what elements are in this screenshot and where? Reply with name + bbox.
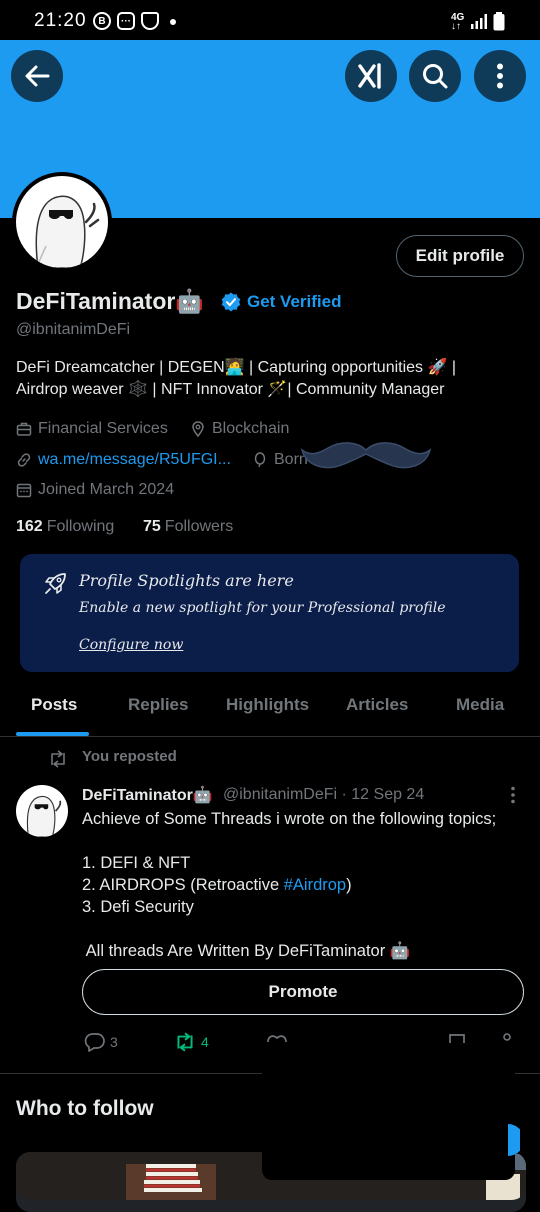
- heart-icon: [267, 1035, 287, 1043]
- post-body: Achieve of Some Threads i wrote on the f…: [82, 808, 522, 962]
- joined-label: Joined March 2024: [38, 481, 175, 498]
- post-author-avatar[interactable]: [16, 785, 68, 837]
- following-count-link[interactable]: 162 Following: [16, 518, 114, 536]
- post-author-meta: @ibnitanimDeFi · 12 Sep 24: [223, 786, 425, 803]
- reply-icon: [84, 1033, 105, 1052]
- post-author-name[interactable]: DeFiTaminator🤖: [82, 785, 213, 805]
- followers-label: Followers: [164, 518, 234, 535]
- more-vertical-icon: [497, 63, 503, 89]
- hashtag-link[interactable]: #Airdrop: [284, 876, 346, 894]
- bio-line: DeFi Dreamcatcher | DEGEN🧑‍💻 | Capturing…: [16, 359, 457, 376]
- post-text-fragment: ): [346, 876, 352, 894]
- grok-button[interactable]: [345, 50, 397, 102]
- post-text-line: 3. Defi Security: [82, 898, 194, 916]
- b-notification-icon: B: [93, 12, 111, 30]
- reply-action[interactable]: 3: [84, 1032, 118, 1052]
- following-label: Following: [46, 518, 115, 535]
- tabs-divider: [0, 736, 540, 737]
- profile-name: DeFiTaminator🤖: [16, 288, 204, 314]
- verified-badge-icon: [221, 292, 241, 312]
- shield-icon: [141, 12, 159, 30]
- repost-small-icon: [51, 750, 65, 768]
- spotlight-title: Profile Spotlights are here: [79, 571, 294, 590]
- floating-button-edge-icon[interactable]: [508, 1124, 520, 1156]
- tab-articles[interactable]: Articles: [346, 695, 408, 715]
- profile-avatar[interactable]: [12, 172, 112, 272]
- search-button[interactable]: [409, 50, 461, 102]
- status-bar: 21:20 B ··· 4G ↓↑: [0, 0, 540, 40]
- post-more-icon[interactable]: [510, 786, 516, 804]
- signal-icon: [471, 14, 487, 29]
- who-to-follow-title: Who to follow: [16, 1097, 154, 1120]
- briefcase-icon: [16, 422, 32, 436]
- location-label: Blockchain: [212, 420, 290, 437]
- edit-profile-button[interactable]: Edit profile: [396, 235, 524, 277]
- followers-count-link[interactable]: 75 Followers: [143, 518, 233, 536]
- link-icon: [17, 453, 31, 467]
- balloon-icon: [254, 452, 266, 468]
- configure-now-link[interactable]: Configure now: [79, 637, 183, 653]
- notification-dot-icon: [170, 19, 176, 25]
- get-verified-link[interactable]: Get Verified: [247, 292, 341, 312]
- arrow-left-icon: [25, 65, 50, 87]
- repost-icon: [177, 1032, 193, 1052]
- post-text-line: Achieve of Some Threads i wrote on the f…: [82, 810, 497, 828]
- battery-icon: [493, 12, 505, 31]
- post-text-line: 2. AIRDROPS (Retroactive #Airdrop): [82, 874, 522, 896]
- repost-label: You reposted: [82, 748, 177, 765]
- profile-bio: DeFi Dreamcatcher | DEGEN🧑‍💻 | Capturing…: [16, 357, 524, 401]
- share-icon: [503, 1033, 511, 1041]
- profile-joined: Joined March 2024: [16, 481, 174, 499]
- rocket-icon: [45, 573, 66, 594]
- profile-category: Financial Services: [16, 420, 168, 438]
- avatar-image: [16, 176, 108, 268]
- calendar-icon: [16, 483, 32, 498]
- profile-location: Blockchain: [190, 420, 289, 438]
- bio-line: Airdrop weaver 🕸️ | NFT Innovator 🪄| Com…: [16, 381, 445, 398]
- profile-website[interactable]: wa.me/message/R5UFGI...: [16, 451, 231, 469]
- network-type: 4G ↓↑: [451, 12, 465, 32]
- post-text-line: 1. DEFI & NFT: [82, 854, 191, 872]
- repost-count: 4: [201, 1034, 209, 1050]
- tab-highlights[interactable]: Highlights: [226, 695, 309, 715]
- bookmark-icon: [449, 1034, 465, 1043]
- followers-count: 75: [143, 518, 161, 535]
- tab-replies[interactable]: Replies: [128, 695, 188, 715]
- profile-handle: @ibnitanimDeFi: [16, 321, 131, 338]
- repost-action[interactable]: 4: [173, 1032, 209, 1052]
- back-button[interactable]: [11, 50, 63, 102]
- bookmark-action[interactable]: [448, 1033, 466, 1043]
- category-label: Financial Services: [38, 420, 168, 437]
- tab-media[interactable]: Media: [456, 695, 504, 715]
- website-link[interactable]: wa.me/message/R5UFGI...: [38, 451, 231, 469]
- like-action[interactable]: [266, 1033, 288, 1043]
- reply-count: 3: [110, 1034, 118, 1050]
- more-button[interactable]: [474, 50, 526, 102]
- spotlight-subtitle: Enable a new spotlight for your Professi…: [79, 600, 446, 616]
- search-icon: [423, 64, 448, 89]
- following-count: 162: [16, 518, 43, 535]
- tab-posts[interactable]: Posts: [31, 695, 77, 715]
- chat-notification-icon: ···: [117, 12, 135, 30]
- grok-icon: [358, 63, 381, 89]
- promote-button[interactable]: Promote: [82, 969, 524, 1015]
- status-time: 21:20: [34, 10, 87, 31]
- post-text-line: All threads Are Written By DeFiTaminator…: [82, 942, 411, 960]
- location-pin-icon: [192, 421, 204, 437]
- black-overlay-box: [262, 1062, 515, 1180]
- mustache-sticker-icon: [300, 442, 432, 469]
- post-text-fragment: 2. AIRDROPS (Retroactive: [82, 876, 284, 894]
- share-action[interactable]: [500, 1033, 514, 1043]
